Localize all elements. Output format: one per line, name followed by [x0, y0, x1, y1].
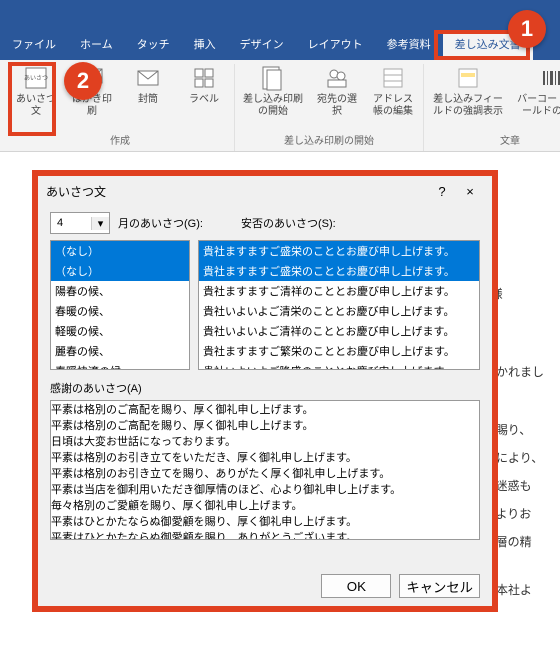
start-merge-label: 差し込み印刷の開始	[241, 94, 305, 118]
dialog-titlebar: あいさつ文 ? ×	[38, 176, 492, 206]
dialog-highlight: あいさつ文 ? × 4 ▾ 月のあいさつ(G): 安否のあいさつ(S): （なし…	[32, 170, 498, 612]
highlight-fields-button[interactable]: 差し込みフィールドの強調表示	[430, 64, 506, 118]
list-header: 貴社ますますご盛栄のこととお慶び申し上げます。	[199, 241, 479, 261]
ribbon-tabs: ファイル ホーム タッチ 挿入 デザイン レイアウト 参考資料 差し込み文書	[0, 0, 560, 60]
barcode-label: バーコードフィールドの挿入	[514, 94, 560, 118]
greeting-label: あいさつ文	[12, 94, 60, 118]
list-item[interactable]: 麗春の候、	[51, 341, 189, 361]
select-recipients-button[interactable]: 宛先の選択	[313, 64, 361, 118]
month-greeting-list[interactable]: （なし） （なし） 陽春の候、 春暖の候、 軽暖の候、 麗春の候、 春暖快適の候…	[50, 240, 190, 370]
select-recipients-icon	[323, 64, 351, 92]
list-item[interactable]: 貴社ますますご清祥のこととお慶び申し上げます。	[199, 281, 479, 301]
list-item[interactable]: 貴社いよいよご清祥のこととお慶び申し上げます。	[199, 321, 479, 341]
tab-layout[interactable]: レイアウト	[296, 30, 375, 60]
list-item[interactable]: 貴社いよいよご隆盛のこととお慶び申し上げます。	[199, 361, 479, 370]
dropdown-icon[interactable]: ▾	[91, 217, 109, 230]
month-label: 月のあいさつ(G):	[118, 215, 203, 231]
highlight-label: 差し込みフィールドの強調表示	[430, 94, 506, 118]
labels-button[interactable]: ラベル	[180, 64, 228, 106]
group-write-label: 文章	[500, 130, 520, 151]
select-recipients-label: 宛先の選択	[313, 94, 361, 118]
tab-touch[interactable]: タッチ	[125, 30, 182, 60]
highlight-icon	[454, 64, 482, 92]
ribbon-group-write: 差し込みフィールドの強調表示 バーコードフィールドの挿入 文章	[424, 64, 560, 151]
greeting-dialog: あいさつ文 ? × 4 ▾ 月のあいさつ(G): 安否のあいさつ(S): （なし…	[38, 176, 492, 606]
month-value: 4	[51, 217, 91, 229]
edit-recipients-button[interactable]: アドレス帳の編集	[369, 64, 417, 118]
list-item[interactable]: 春暖快適の候、	[51, 361, 189, 370]
group-create-label: 作成	[110, 130, 130, 151]
cancel-button[interactable]: キャンセル	[399, 574, 480, 598]
kansha-label: 感謝のあいさつ(A)	[50, 380, 480, 396]
list-item[interactable]: 陽春の候、	[51, 281, 189, 301]
list-item[interactable]: 貴社ますますご繁栄のこととお慶び申し上げます。	[199, 341, 479, 361]
kansha-greeting-list[interactable]: 平素は格別のご高配を賜り、厚く御礼申し上げます。 平素は格別のご高配を賜り、厚く…	[50, 400, 480, 540]
callout-1: 1	[508, 10, 546, 48]
month-combo[interactable]: 4 ▾	[50, 212, 110, 234]
list-item[interactable]: 毎々格別のご愛顧を賜り、厚く御礼申し上げます。	[51, 497, 479, 513]
list-item[interactable]: 日頃は大変お世話になっております。	[51, 433, 479, 449]
list-item[interactable]: 平素は格別のお引き立てを賜り、ありがたく厚く御礼申し上げます。	[51, 465, 479, 481]
envelope-button[interactable]: 封筒	[124, 64, 172, 106]
list-item[interactable]: 軽暖の候、	[51, 321, 189, 341]
start-merge-icon	[259, 64, 287, 92]
list-item[interactable]: 平素は当店を御利用いただき御厚情のほど、心より御礼申し上げます。	[51, 481, 479, 497]
list-item[interactable]: 貴社ますますご盛栄のこととお慶び申し上げます。	[199, 261, 479, 281]
envelope-icon	[134, 64, 162, 92]
ok-button[interactable]: OK	[321, 574, 391, 598]
edit-recipients-label: アドレス帳の編集	[369, 94, 417, 118]
envelope-label: 封筒	[138, 94, 158, 106]
labels-label: ラベル	[189, 94, 219, 106]
group-start-label: 差し込み印刷の開始	[284, 130, 374, 151]
tab-design[interactable]: デザイン	[228, 30, 296, 60]
start-merge-button[interactable]: 差し込み印刷の開始	[241, 64, 305, 118]
ribbon-group-start: 差し込み印刷の開始 宛先の選択 アドレス帳の編集 差し込み印刷の開始	[235, 64, 424, 151]
close-button[interactable]: ×	[456, 184, 484, 199]
list-header: （なし）	[51, 241, 189, 261]
callout-2: 2	[64, 62, 102, 100]
list-item[interactable]: 平素は格別のご高配を賜り、厚く御礼申し上げます。	[51, 417, 479, 433]
labels-icon	[190, 64, 218, 92]
help-button[interactable]: ?	[428, 184, 456, 199]
anpi-greeting-list[interactable]: 貴社ますますご盛栄のこととお慶び申し上げます。 貴社ますますご盛栄のこととお慶び…	[198, 240, 480, 370]
list-item[interactable]: 春暖の候、	[51, 301, 189, 321]
tab-insert[interactable]: 挿入	[182, 30, 228, 60]
edit-recipients-icon	[379, 64, 407, 92]
tab-home[interactable]: ホーム	[68, 30, 125, 60]
list-item[interactable]: （なし）	[51, 261, 189, 281]
list-item[interactable]: 平素はひとかたならぬ御愛顧を賜り、厚く御礼申し上げます。	[51, 513, 479, 529]
barcode-icon	[538, 64, 560, 92]
tab-references[interactable]: 参考資料	[375, 30, 443, 60]
greeting-icon: あいさつ	[22, 64, 50, 92]
list-item[interactable]: 平素は格別のお引き立てをいただき、厚く御礼申し上げます。	[51, 449, 479, 465]
tab-file[interactable]: ファイル	[0, 30, 68, 60]
barcode-button[interactable]: バーコードフィールドの挿入	[514, 64, 560, 118]
ribbon-group-create: あいさつ あいさつ文 はがき印刷 封筒 ラベル	[6, 64, 235, 151]
greeting-button[interactable]: あいさつ あいさつ文	[12, 64, 60, 118]
list-item[interactable]: 貴社いよいよご清栄のこととお慶び申し上げます。	[199, 301, 479, 321]
anpi-label: 安否のあいさつ(S):	[241, 215, 336, 231]
list-header: 平素は格別のご高配を賜り、厚く御礼申し上げます。	[51, 401, 479, 417]
svg-text:あいさつ: あいさつ	[24, 75, 48, 82]
dialog-title: あいさつ文	[46, 183, 106, 200]
list-item[interactable]: 平素はひとかたならぬ御愛顧を賜り、ありがとうございます。	[51, 529, 479, 540]
